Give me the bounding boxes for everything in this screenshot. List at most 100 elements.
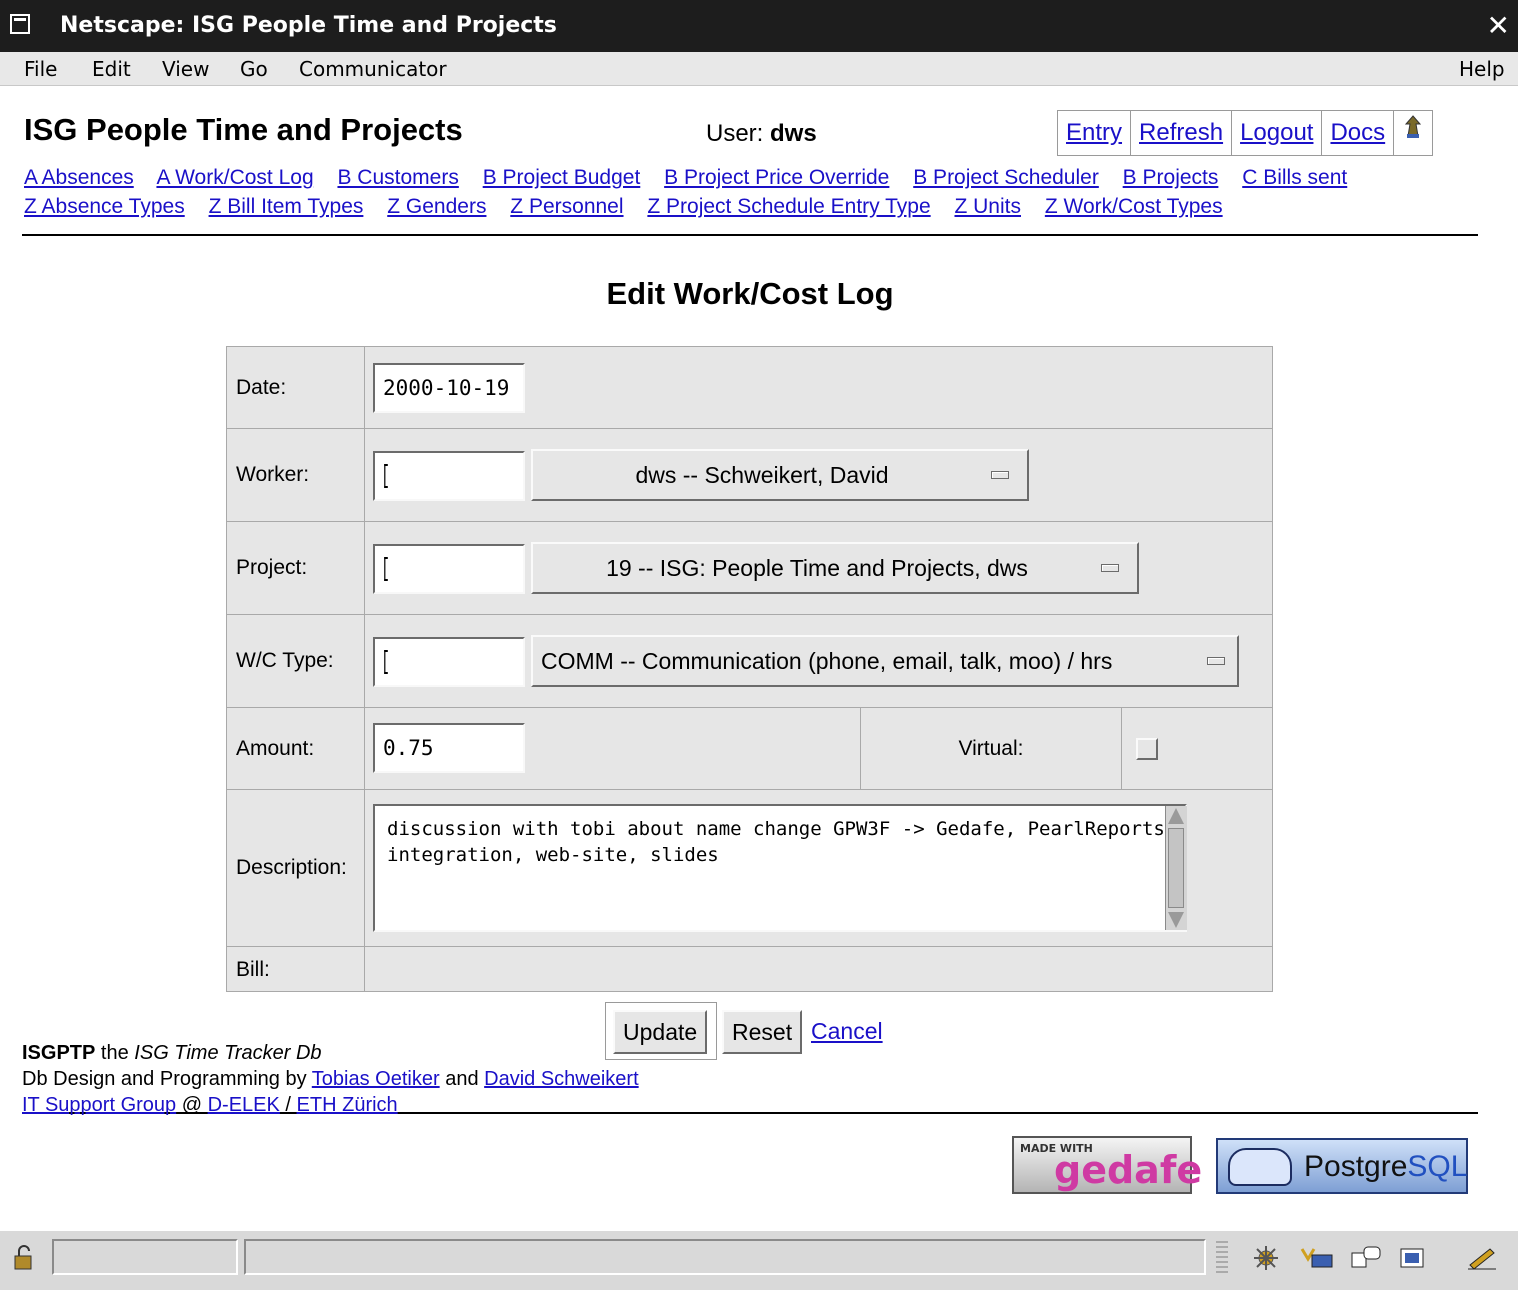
project-search-input[interactable] xyxy=(373,544,525,594)
footer-slash: / xyxy=(285,1094,291,1116)
help-icon[interactable] xyxy=(1393,111,1432,155)
mail-icon[interactable] xyxy=(1298,1245,1334,1277)
link-c-bills-sent[interactable]: C Bills sent xyxy=(1242,166,1347,189)
select-knob-icon xyxy=(991,471,1009,479)
composer-icon[interactable] xyxy=(1398,1245,1428,1277)
link-a-work-cost-log[interactable]: A Work/Cost Log xyxy=(156,166,313,189)
footer-line2: Db Design and Programming by Tobias Oeti… xyxy=(22,1066,639,1092)
window-menu-icon[interactable] xyxy=(10,14,30,34)
row-worker: Worker: dws -- Schweikert, David xyxy=(227,429,1272,522)
menu-help[interactable]: Help xyxy=(1459,52,1505,86)
footer-app-full: ISG Time Tracker Db xyxy=(134,1042,322,1064)
date-value: 2000-10-19 xyxy=(383,376,510,400)
footer-app-abbr: ISGPTP xyxy=(22,1042,96,1064)
link-z-personnel[interactable]: Z Personnel xyxy=(510,195,623,218)
link-a-absences[interactable]: A Absences xyxy=(24,166,134,189)
menu-file[interactable]: File xyxy=(24,52,57,86)
link-david-schweikert[interactable]: David Schweikert xyxy=(484,1068,639,1090)
project-select[interactable]: 19 -- ISG: People Time and Projects, dws xyxy=(531,542,1139,594)
reset-button[interactable]: Reset xyxy=(722,1010,803,1054)
amount-value: 0.75 xyxy=(383,736,434,760)
window-title: Netscape: ISG People Time and Projects xyxy=(60,13,557,38)
menu-edit[interactable]: Edit xyxy=(92,52,131,86)
scroll-down-icon[interactable] xyxy=(1168,912,1184,928)
project-selected-value: 19 -- ISG: People Time and Projects, dws xyxy=(606,554,1028,581)
row-description: Description: discussion with tobi about … xyxy=(227,790,1272,947)
user-info: User: dws xyxy=(706,120,817,148)
wc-type-selected-value: COMM -- Communication (phone, email, tal… xyxy=(541,647,1113,674)
nav-entry[interactable]: Entry xyxy=(1066,119,1122,146)
link-z-genders[interactable]: Z Genders xyxy=(387,195,486,218)
menu-communicator[interactable]: Communicator xyxy=(299,52,447,86)
description-value: discussion with tobi about name change G… xyxy=(387,818,1165,866)
wc-type-search-input[interactable] xyxy=(373,637,525,687)
link-b-projects[interactable]: B Projects xyxy=(1123,166,1219,189)
cancel-link[interactable]: Cancel xyxy=(811,1018,883,1045)
virtual-checkbox[interactable] xyxy=(1136,738,1158,760)
link-z-absence-types[interactable]: Z Absence Types xyxy=(24,195,185,218)
row-wc-type: W/C Type: COMM -- Communication (phone, … xyxy=(227,615,1272,708)
status-bar xyxy=(0,1230,1518,1290)
nav-refresh[interactable]: Refresh xyxy=(1139,119,1223,146)
link-it-support-group[interactable]: IT Support Group xyxy=(22,1094,176,1116)
row-project: Project: 19 -- ISG: People Time and Proj… xyxy=(227,522,1272,615)
project-label: Project: xyxy=(227,522,365,614)
nav-logout[interactable]: Logout xyxy=(1240,119,1313,146)
link-z-units[interactable]: Z Units xyxy=(954,195,1021,218)
link-b-customers[interactable]: B Customers xyxy=(337,166,458,189)
link-z-project-schedule-entry-type[interactable]: Z Project Schedule Entry Type xyxy=(647,195,930,218)
bill-label: Bill: xyxy=(227,947,365,992)
description-label: Description: xyxy=(227,790,365,946)
navigator-icon[interactable] xyxy=(1252,1245,1280,1277)
table-links-row2: Z Absence Types Z Bill Item Types Z Gend… xyxy=(24,195,1241,219)
description-scrollbar[interactable] xyxy=(1165,806,1187,930)
worker-select[interactable]: dws -- Schweikert, David xyxy=(531,449,1029,501)
link-b-project-scheduler[interactable]: B Project Scheduler xyxy=(913,166,1099,189)
status-progress xyxy=(52,1239,238,1275)
row-date: Date: 2000-10-19 xyxy=(227,347,1272,429)
grip-icon xyxy=(1216,1241,1228,1275)
edit-form: Date: 2000-10-19 Worker: dws -- Schweike… xyxy=(226,346,1273,992)
worker-label: Worker: xyxy=(227,429,365,521)
worker-search-input[interactable] xyxy=(373,451,525,501)
description-textarea[interactable]: discussion with tobi about name change G… xyxy=(373,804,1187,932)
link-b-project-budget[interactable]: B Project Budget xyxy=(483,166,641,189)
select-knob-icon xyxy=(1101,564,1119,572)
link-z-bill-item-types[interactable]: Z Bill Item Types xyxy=(209,195,364,218)
divider xyxy=(22,234,1478,236)
link-d-elek[interactable]: D-ELEK xyxy=(208,1094,280,1116)
gedafe-logo[interactable]: MADE WITH gedafe xyxy=(1012,1136,1202,1194)
elephant-icon xyxy=(1228,1148,1292,1186)
footer-design-by: Db Design and Programming by xyxy=(22,1068,307,1090)
amount-label: Amount: xyxy=(227,708,365,789)
wc-type-select[interactable]: COMM -- Communication (phone, email, tal… xyxy=(531,635,1239,687)
link-tobias-oetiker[interactable]: Tobias Oetiker xyxy=(312,1068,440,1090)
scroll-up-icon[interactable] xyxy=(1168,808,1184,824)
menu-view[interactable]: View xyxy=(162,52,209,86)
worker-selected-value: dws -- Schweikert, David xyxy=(635,461,889,488)
nav-docs[interactable]: Docs xyxy=(1330,119,1385,146)
footer-and: and xyxy=(445,1068,479,1090)
link-z-work-cost-types[interactable]: Z Work/Cost Types xyxy=(1045,195,1223,218)
link-b-project-price-override[interactable]: B Project Price Override xyxy=(664,166,889,189)
scroll-thumb[interactable] xyxy=(1168,828,1184,908)
menu-go[interactable]: Go xyxy=(240,52,268,86)
link-eth-zurich[interactable]: ETH Zürich xyxy=(297,1094,398,1116)
date-field[interactable]: 2000-10-19 xyxy=(373,363,525,413)
postgresql-logo[interactable]: PostgreSQL xyxy=(1216,1138,1468,1194)
security-lock-icon[interactable] xyxy=(12,1245,36,1277)
user-name: dws xyxy=(770,120,817,147)
close-icon[interactable]: ✕ xyxy=(1487,0,1510,52)
table-links-row1: A Absences A Work/Cost Log B Customers B… xyxy=(24,166,1365,190)
top-nav: Entry Refresh Logout Docs xyxy=(1057,110,1434,156)
row-bill: Bill: xyxy=(227,947,1272,992)
select-knob-icon xyxy=(1207,657,1225,665)
edit-pencil-icon[interactable] xyxy=(1466,1245,1500,1277)
gedafe-wordmark: gedafe xyxy=(1054,1148,1203,1192)
footer: ISGPTP the ISG Time Tracker Db Db Design… xyxy=(22,1040,639,1118)
footer-at: @ xyxy=(181,1094,203,1116)
amount-field[interactable]: 0.75 xyxy=(373,723,525,773)
form-title: Edit Work/Cost Log xyxy=(606,276,894,311)
discussion-icon[interactable] xyxy=(1350,1245,1384,1277)
footer-line1: ISGPTP the ISG Time Tracker Db xyxy=(22,1040,639,1066)
